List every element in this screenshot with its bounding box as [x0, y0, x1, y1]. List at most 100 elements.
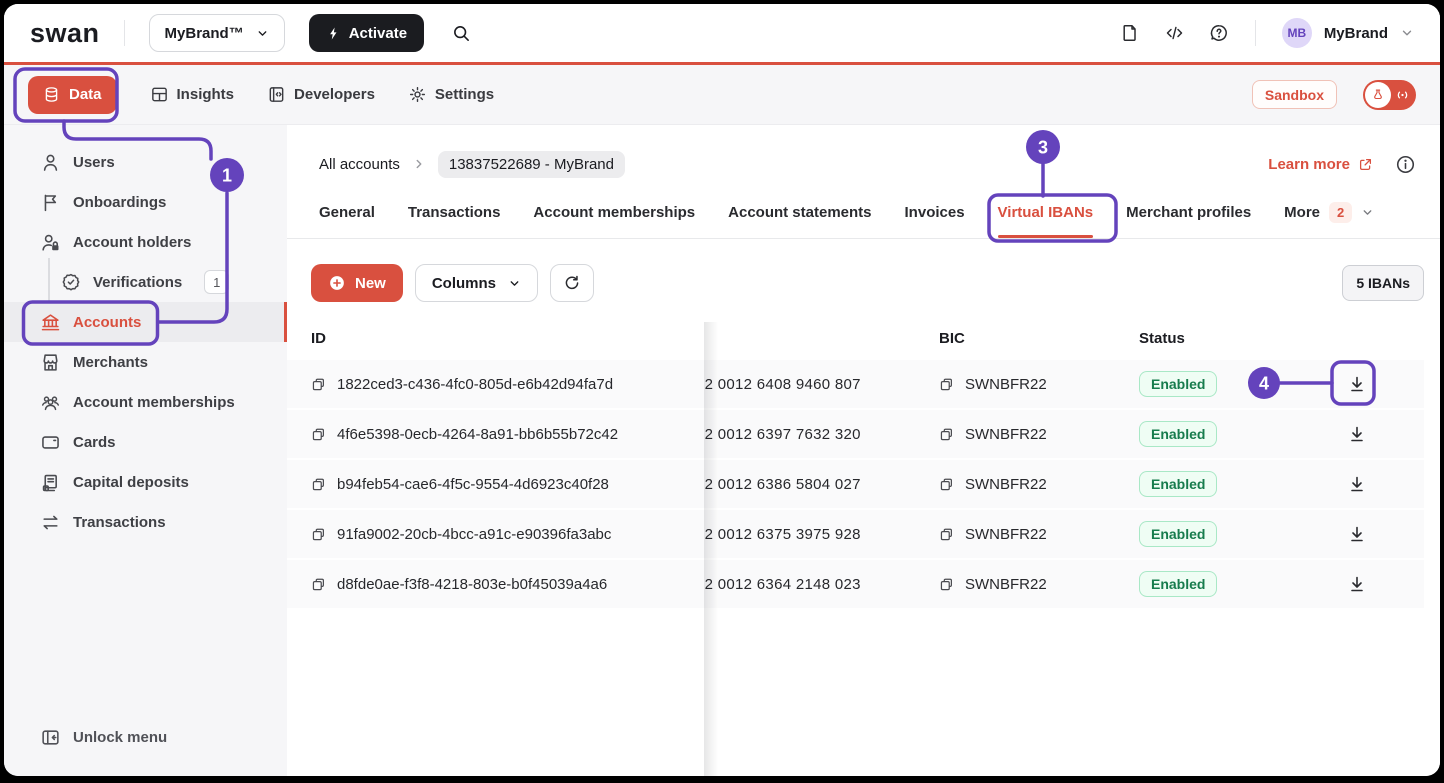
tab-more[interactable]: More 2 — [1284, 202, 1374, 238]
learn-more-label: Learn more — [1268, 156, 1350, 173]
iban-id: 91fa9002-20cb-4bcc-a91c-e90396fa3abc — [337, 526, 611, 543]
tab-invoices[interactable]: Invoices — [905, 202, 965, 238]
info-button[interactable] — [1395, 154, 1416, 175]
status-cell: Enabled — [1139, 560, 1217, 608]
column-header-status: Status — [1139, 330, 1185, 347]
sidebar-item-users[interactable]: Users — [4, 142, 287, 182]
people-group-icon — [40, 392, 61, 413]
activate-button[interactable]: Activate — [309, 14, 424, 52]
sidebar-item-verifications[interactable]: Verifications 1 — [4, 262, 287, 302]
topbar-right: MB MyBrand — [1120, 18, 1414, 48]
learn-more-link[interactable]: Learn more — [1268, 156, 1373, 173]
search-button[interactable] — [452, 24, 471, 43]
sidebar-item-accounts[interactable]: Accounts — [4, 302, 287, 342]
table-row[interactable]: 1822ced3-c436-4fc0-805d-e6b42d94fa7d 02 … — [287, 360, 1424, 408]
main-header: All accounts 13837522689 - MyBrand Learn… — [319, 149, 1416, 179]
sidebar-item-label: Account memberships — [73, 394, 235, 411]
breadcrumb-current: 13837522689 - MyBrand — [438, 151, 625, 178]
nav-item-settings[interactable]: Settings — [408, 85, 494, 104]
id-cell: d8fde0ae-f3f8-4218-803e-b0f45039a4a6 — [311, 560, 607, 608]
bank-icon — [40, 312, 61, 333]
iban-cell: 02 0012 6397 7632 320 — [704, 410, 959, 458]
store-icon — [40, 352, 61, 373]
sidebar-item-label: Account holders — [73, 234, 191, 251]
user-menu[interactable]: MB MyBrand — [1282, 18, 1414, 48]
docs-button[interactable] — [1120, 23, 1140, 43]
help-button[interactable] — [1209, 23, 1229, 43]
download-icon[interactable] — [1347, 474, 1367, 494]
iban-fragment: 02 0012 6386 5804 027 — [704, 476, 861, 493]
sidebar-item-label: Cards — [73, 434, 116, 451]
main-nav: Data Insights Developers Settings Sandbo… — [4, 65, 1440, 125]
copy-icon[interactable] — [311, 377, 326, 392]
copy-icon[interactable] — [311, 427, 326, 442]
iban-fragment: 02 0012 6397 7632 320 — [704, 426, 861, 443]
refresh-button[interactable] — [550, 264, 594, 302]
sidebar-item-capital-deposits[interactable]: Capital deposits — [4, 462, 287, 502]
sidebar-item-transactions[interactable]: Transactions — [4, 502, 287, 542]
nav-data-label: Data — [69, 86, 102, 103]
topbar: swan MyBrand™ Activate MB My — [4, 4, 1440, 62]
bic-value: SWNBFR22 — [965, 426, 1047, 443]
sandbox-badge: Sandbox — [1252, 80, 1337, 109]
sidebar-item-onboardings[interactable]: Onboardings — [4, 182, 287, 222]
columns-button[interactable]: Columns — [415, 264, 538, 302]
nav-item-data[interactable]: Data — [28, 76, 117, 114]
copy-icon[interactable] — [311, 577, 326, 592]
breadcrumb-all-accounts[interactable]: All accounts — [319, 156, 400, 173]
sidebar: Users Onboardings Account holders Verifi… — [4, 125, 287, 776]
iban-cell: 02 0012 6386 5804 027 — [704, 460, 959, 508]
status-cell: Enabled — [1139, 460, 1217, 508]
nav-item-insights[interactable]: Insights — [150, 85, 235, 104]
copy-icon[interactable] — [939, 377, 954, 392]
copy-icon[interactable] — [939, 427, 954, 442]
table-row[interactable]: 91fa9002-20cb-4bcc-a91c-e90396fa3abc 02 … — [287, 510, 1424, 558]
download-icon[interactable] — [1347, 424, 1367, 444]
unlock-menu-button[interactable]: Unlock menu — [40, 727, 167, 748]
table-row[interactable]: b94feb54-cae6-4f5c-9554-4d6923c40f28 02 … — [287, 460, 1424, 508]
tab-account-statements[interactable]: Account statements — [728, 202, 871, 238]
download-icon[interactable] — [1347, 374, 1367, 394]
new-button-label: New — [355, 275, 386, 292]
iban-cell: 02 0012 6375 3975 928 — [704, 510, 959, 558]
iban-count-badge: 5 IBANs — [1342, 265, 1424, 301]
sidebar-item-account-memberships[interactable]: Account memberships — [4, 382, 287, 422]
nav-item-developers[interactable]: Developers — [267, 85, 375, 104]
copy-icon[interactable] — [311, 527, 326, 542]
copy-icon[interactable] — [939, 477, 954, 492]
copy-icon[interactable] — [939, 577, 954, 592]
copy-icon[interactable] — [939, 527, 954, 542]
api-button[interactable] — [1164, 23, 1185, 43]
table-row[interactable]: 4f6e5398-0ecb-4264-8a91-bb6b55b72c42 02 … — [287, 410, 1424, 458]
new-button[interactable]: New — [311, 264, 403, 302]
column-header-id: ID — [311, 330, 326, 347]
tab-general[interactable]: General — [319, 202, 375, 238]
org-selector[interactable]: MyBrand™ — [149, 14, 285, 52]
column-header-bic: BIC — [939, 330, 965, 347]
verifications-count-badge: 1 — [204, 270, 229, 294]
main-panel: All accounts 13837522689 - MyBrand Learn… — [287, 125, 1440, 776]
table-row[interactable]: d8fde0ae-f3f8-4218-803e-b0f45039a4a6 02 … — [287, 560, 1424, 608]
activate-label: Activate — [349, 25, 407, 42]
nav-right: Sandbox — [1252, 80, 1416, 110]
iban-id: 1822ced3-c436-4fc0-805d-e6b42d94fa7d — [337, 376, 613, 393]
tab-account-memberships[interactable]: Account memberships — [533, 202, 695, 238]
copy-icon[interactable] — [311, 477, 326, 492]
download-icon[interactable] — [1347, 524, 1367, 544]
org-selector-label: MyBrand™ — [165, 25, 244, 42]
sidebar-item-cards[interactable]: Cards — [4, 422, 287, 462]
tab-merchant-profiles[interactable]: Merchant profiles — [1126, 202, 1251, 238]
download-icon[interactable] — [1347, 574, 1367, 594]
tab-virtual-ibans[interactable]: Virtual IBANs — [998, 202, 1094, 238]
receipt-icon — [40, 472, 61, 493]
chevron-down-icon — [1400, 26, 1414, 40]
swan-logo: swan — [30, 18, 100, 49]
bic-cell: SWNBFR22 — [939, 510, 1047, 558]
iban-cell: 02 0012 6408 9460 807 — [704, 360, 959, 408]
status-cell: Enabled — [1139, 360, 1217, 408]
id-cell: 91fa9002-20cb-4bcc-a91c-e90396fa3abc — [311, 510, 611, 558]
sidebar-item-merchants[interactable]: Merchants — [4, 342, 287, 382]
tab-transactions[interactable]: Transactions — [408, 202, 501, 238]
sidebar-item-account-holders[interactable]: Account holders — [4, 222, 287, 262]
environment-toggle[interactable] — [1363, 80, 1416, 110]
